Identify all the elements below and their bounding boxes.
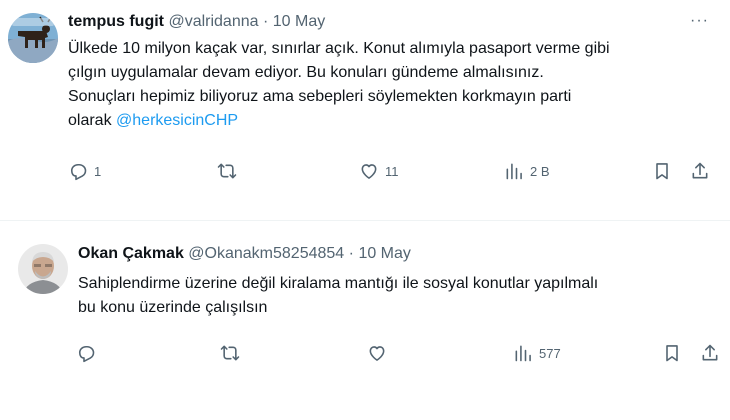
- repost-icon: [220, 343, 240, 363]
- views-count: 2 B: [530, 163, 550, 179]
- repost-button[interactable]: [217, 159, 237, 183]
- bookmark-icon: [652, 161, 672, 181]
- bookmark-icon: [662, 343, 682, 363]
- tweet-text-line: çılgın uygulamalar devam ediyor. Bu konu…: [68, 64, 544, 81]
- tweet-text: Sahiplendirme üzerine değil kiralama man…: [78, 272, 718, 320]
- display-name[interactable]: tempus fugit: [68, 13, 164, 30]
- heart-icon: [359, 161, 379, 181]
- separator-dot: ·: [262, 13, 269, 30]
- reply-button[interactable]: 1: [68, 159, 101, 183]
- tweet-text-line: bu konu üzerinde çalışılsın: [78, 299, 268, 316]
- user-handle[interactable]: @valridanna: [168, 13, 258, 30]
- like-button[interactable]: [367, 341, 387, 365]
- tweet-text-line: olarak @herkesicinCHP: [68, 109, 718, 133]
- repost-icon: [217, 161, 237, 181]
- display-name[interactable]: Okan Çakmak: [78, 245, 184, 262]
- avatar[interactable]: [18, 244, 68, 294]
- mention-link[interactable]: @herkesicinCHP: [116, 112, 238, 129]
- views-count: 577: [539, 345, 561, 361]
- tweet-text-fragment: olarak: [68, 112, 117, 129]
- tweet-date[interactable]: 10 May: [273, 13, 325, 30]
- tweet-text: Ülkede 10 milyon kaçak var, sınırlar açı…: [68, 37, 718, 133]
- reply-button[interactable]: [76, 341, 96, 365]
- reply-icon: [68, 161, 88, 181]
- share-icon: [700, 343, 720, 363]
- like-count: 11: [385, 163, 399, 179]
- tweet-date[interactable]: 10 May: [358, 245, 410, 262]
- share-button[interactable]: [690, 159, 710, 183]
- bookmark-button[interactable]: [652, 159, 672, 183]
- share-icon: [690, 161, 710, 181]
- avatar[interactable]: [8, 13, 58, 63]
- tweet-text-line: Sonuçları hepimiz biliyoruz ama sebepler…: [68, 88, 572, 105]
- repost-button[interactable]: [220, 341, 240, 365]
- share-button[interactable]: [700, 341, 720, 365]
- avatar-image: [8, 13, 58, 63]
- heart-icon: [367, 343, 387, 363]
- tweet-text-line: Ülkede 10 milyon kaçak var, sınırlar açı…: [68, 40, 610, 57]
- tweet-2[interactable]: Okan Çakmak @Okanakm58254854 · 10 May Sa…: [0, 221, 730, 420]
- views-button[interactable]: 577: [513, 341, 561, 365]
- more-options-icon[interactable]: ···: [690, 12, 709, 30]
- views-button[interactable]: 2 B: [504, 159, 550, 183]
- bookmark-button[interactable]: [662, 341, 682, 365]
- tweet-header: Okan Çakmak @Okanakm58254854 · 10 May: [78, 245, 411, 263]
- user-handle[interactable]: @Okanakm58254854: [188, 245, 344, 262]
- avatar-image: [18, 244, 68, 294]
- views-icon: [504, 161, 524, 181]
- tweet-1[interactable]: tempus fugit @valridanna · 10 May ··· Ül…: [0, 0, 730, 220]
- views-icon: [513, 343, 533, 363]
- reply-icon: [76, 343, 96, 363]
- separator-dot: ·: [348, 245, 354, 262]
- tweet-header: tempus fugit @valridanna · 10 May: [68, 13, 325, 31]
- like-button[interactable]: 11: [359, 159, 399, 183]
- tweet-text-line: Sahiplendirme üzerine değil kiralama man…: [78, 275, 599, 292]
- reply-count: 1: [94, 163, 102, 179]
